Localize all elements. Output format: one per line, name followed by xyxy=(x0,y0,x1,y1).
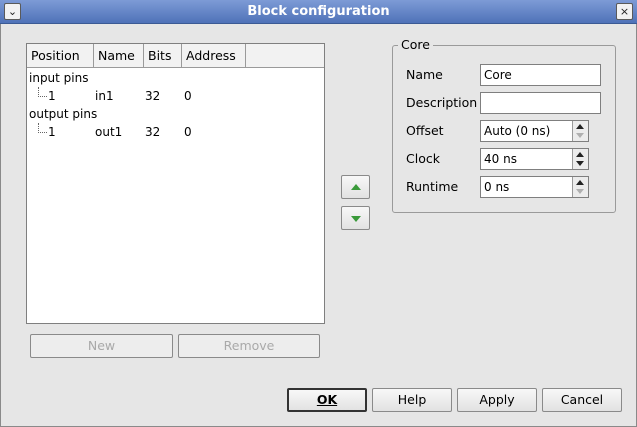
clock-spinbox[interactable]: 40 ns xyxy=(480,148,589,170)
offset-spinbox[interactable]: Auto (0 ns) xyxy=(480,120,589,142)
pin-address: 0 xyxy=(184,89,192,103)
apply-label: Apply xyxy=(479,392,515,407)
remove-pin-button[interactable]: Remove xyxy=(178,334,320,358)
runtime-spin-buttons[interactable] xyxy=(572,177,588,197)
column-header-position[interactable]: Position xyxy=(27,44,94,67)
core-groupbox-title: Core xyxy=(398,37,433,52)
name-label: Name xyxy=(406,67,443,82)
runtime-label: Runtime xyxy=(406,179,459,194)
description-label: Description xyxy=(406,95,478,110)
tree-connector-icon xyxy=(38,123,47,133)
spin-down-icon[interactable] xyxy=(576,161,584,166)
move-up-button[interactable] xyxy=(341,175,370,199)
tree-group-input-pins[interactable]: input pins xyxy=(27,69,324,87)
spin-up-icon[interactable] xyxy=(576,152,584,157)
clock-spin-buttons[interactable] xyxy=(572,149,588,169)
tree-row-pin[interactable]: 1 out1 32 0 xyxy=(27,123,324,141)
new-pin-button[interactable]: New xyxy=(30,334,173,358)
offset-label: Offset xyxy=(406,123,444,138)
group-label: output pins xyxy=(29,107,98,121)
title-bar[interactable]: ⌄ Block configuration × xyxy=(0,0,637,24)
offset-spin-buttons[interactable] xyxy=(572,121,588,141)
pin-position: 1 xyxy=(48,89,56,103)
description-field[interactable] xyxy=(480,92,601,114)
spin-up-icon[interactable] xyxy=(576,124,584,129)
spin-down-icon[interactable] xyxy=(576,133,584,138)
pin-list-header: Position Name Bits Address xyxy=(27,44,324,68)
pin-position: 1 xyxy=(48,125,56,139)
offset-value: Auto (0 ns) xyxy=(484,124,551,138)
group-label: input pins xyxy=(29,71,89,85)
column-header-address[interactable]: Address xyxy=(182,44,246,67)
runtime-value: 0 ns xyxy=(484,180,510,194)
pin-bits: 32 xyxy=(145,125,161,139)
tree-connector-icon xyxy=(38,87,47,97)
clock-label: Clock xyxy=(406,151,440,166)
ok-button[interactable]: OK xyxy=(287,388,367,412)
spin-up-icon[interactable] xyxy=(576,180,584,185)
pin-list[interactable]: Position Name Bits Address input pins 1 … xyxy=(26,43,325,324)
tree-group-output-pins[interactable]: output pins xyxy=(27,105,324,123)
move-down-button[interactable] xyxy=(341,206,370,230)
column-header-name[interactable]: Name xyxy=(94,44,144,67)
name-field[interactable]: Core xyxy=(480,64,601,86)
close-icon[interactable]: × xyxy=(616,3,633,20)
pin-address: 0 xyxy=(184,125,192,139)
cancel-button[interactable]: Cancel xyxy=(542,388,622,412)
pin-name: out1 xyxy=(95,125,123,139)
ok-label: OK xyxy=(316,392,338,407)
window-title: Block configuration xyxy=(247,4,390,19)
runtime-spinbox[interactable]: 0 ns xyxy=(480,176,589,198)
clock-value: 40 ns xyxy=(484,152,517,166)
pin-bits: 32 xyxy=(145,89,161,103)
green-down-arrow-icon xyxy=(351,216,361,222)
column-header-bits[interactable]: Bits xyxy=(144,44,182,67)
help-label: Help xyxy=(397,392,427,407)
help-button[interactable]: Help xyxy=(372,388,452,412)
green-up-arrow-icon xyxy=(351,184,361,190)
cancel-label: Cancel xyxy=(560,392,604,407)
pin-name: in1 xyxy=(95,89,114,103)
spin-down-icon[interactable] xyxy=(576,189,584,194)
apply-button[interactable]: Apply xyxy=(457,388,537,412)
tree-row-pin[interactable]: 1 in1 32 0 xyxy=(27,87,324,105)
